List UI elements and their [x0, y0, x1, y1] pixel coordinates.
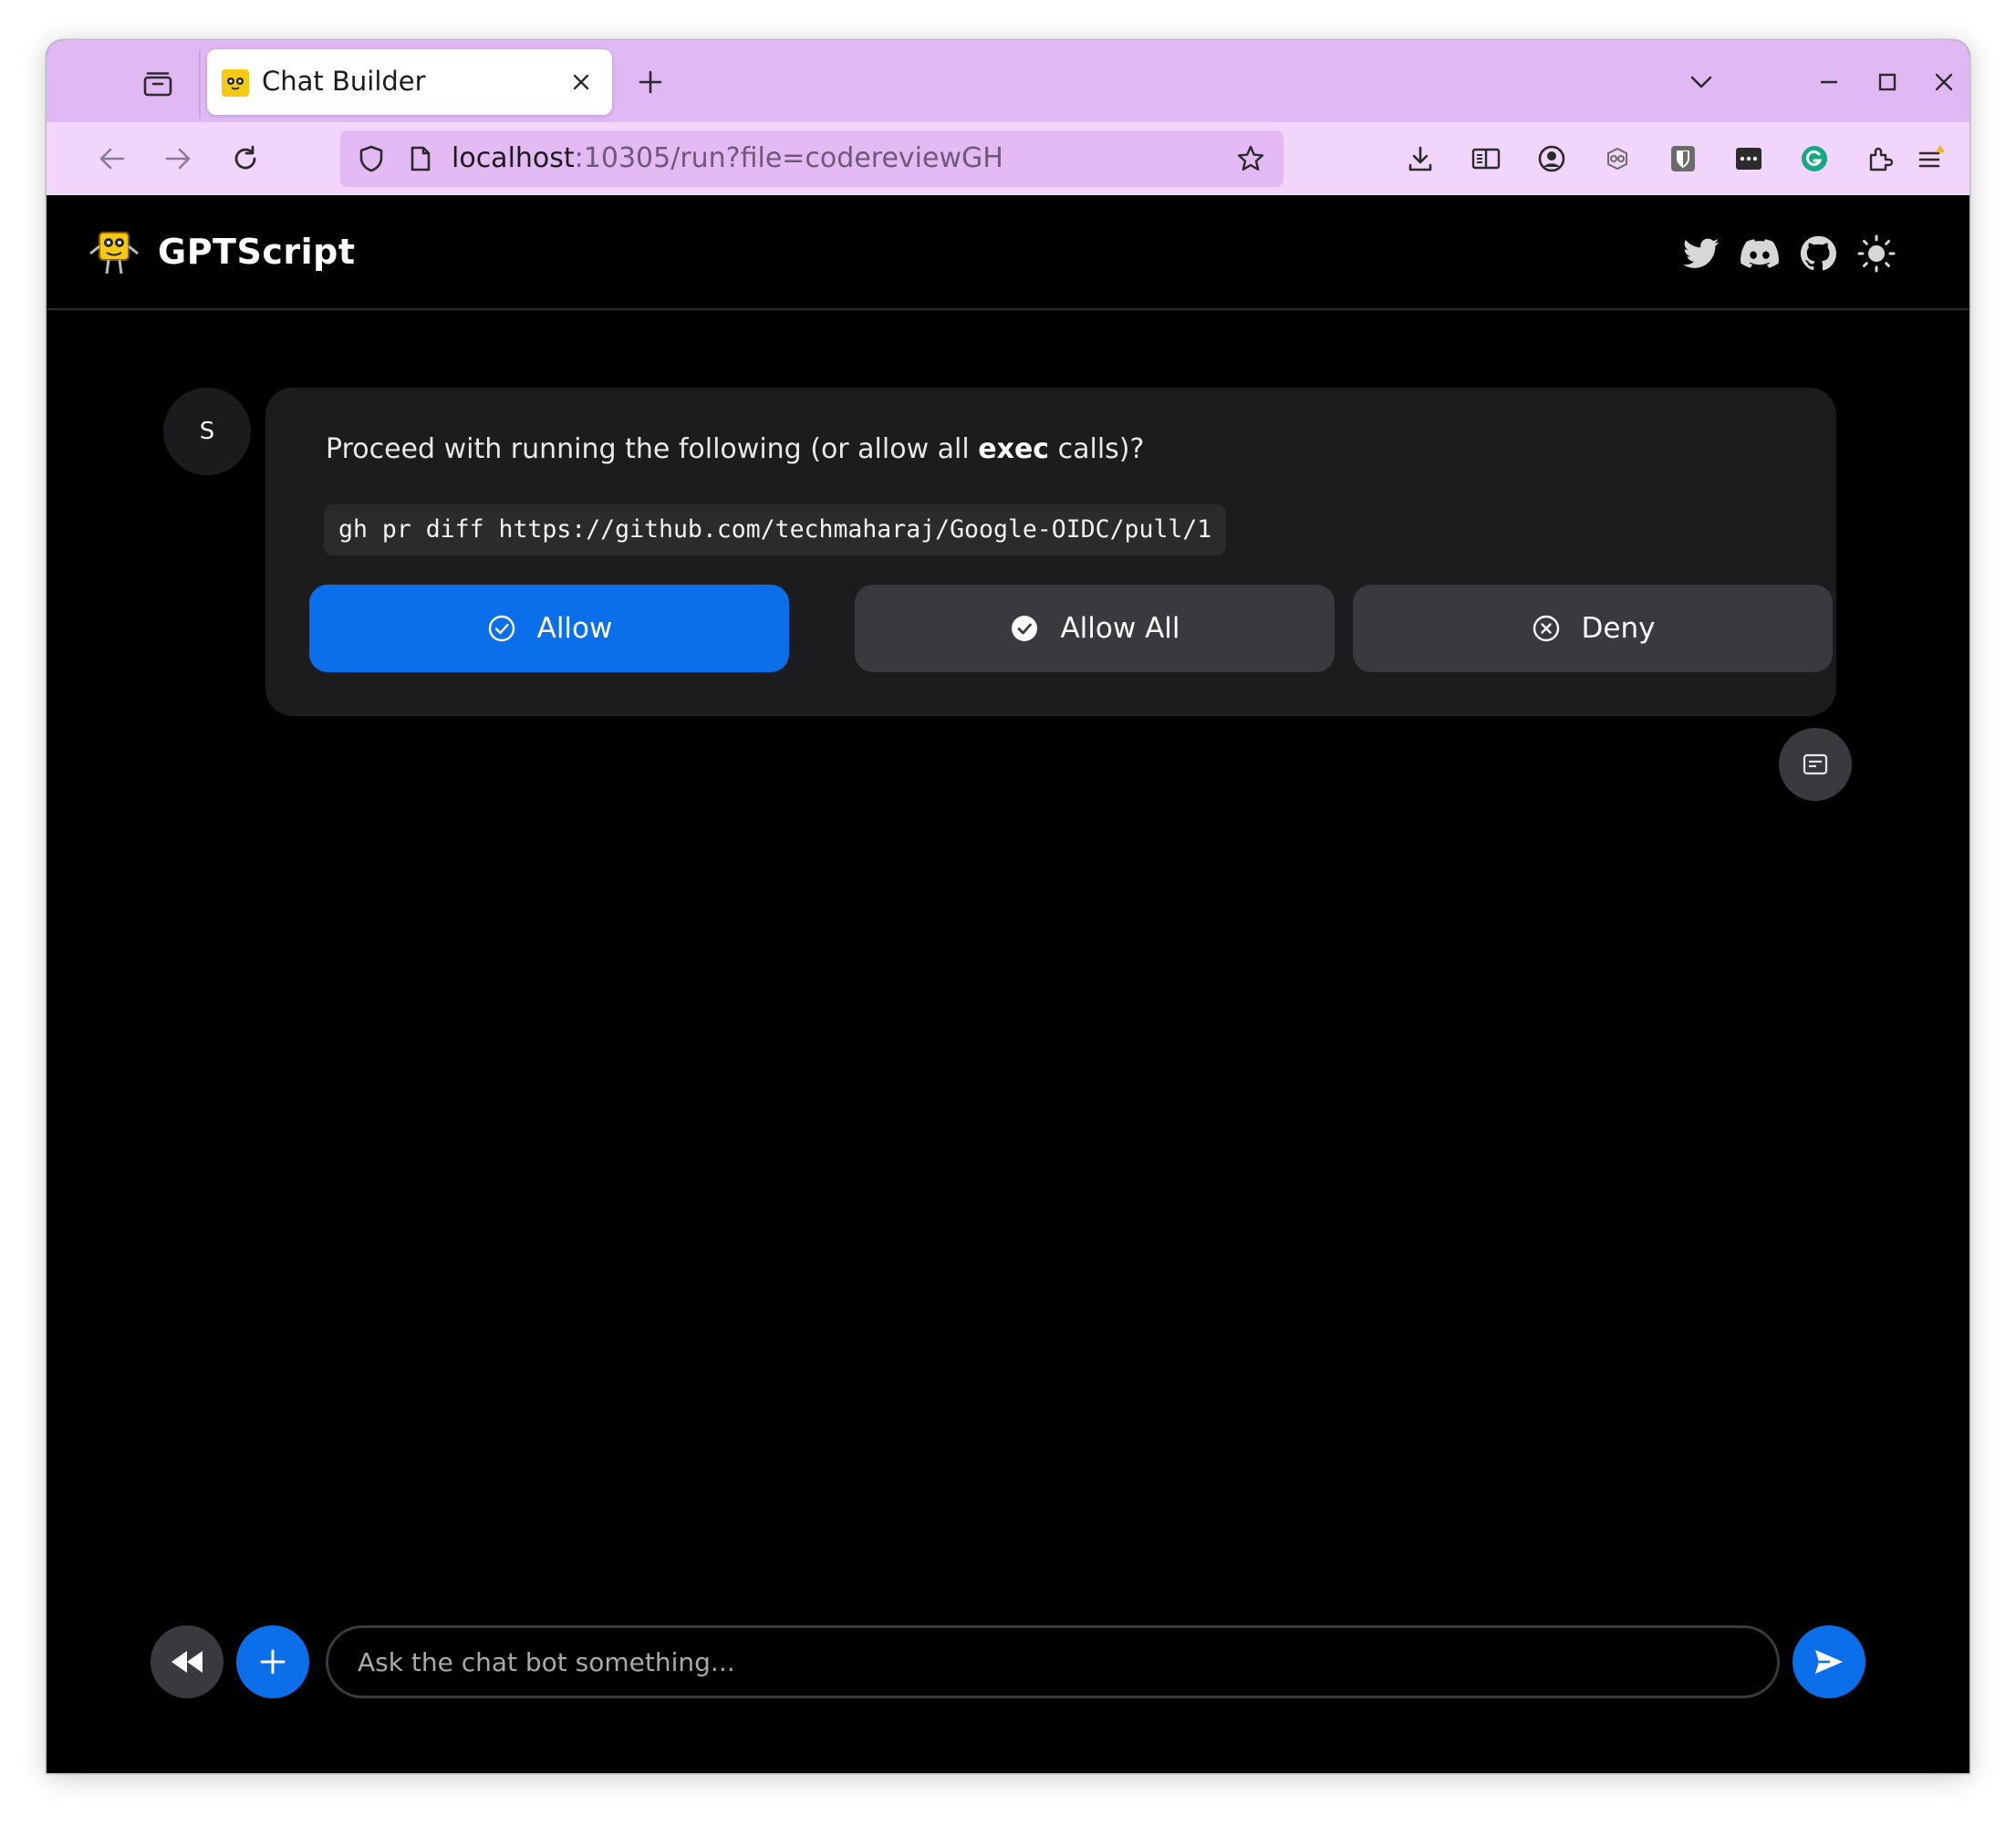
- confirmation-message: Proceed with running the following (or a…: [265, 388, 1836, 716]
- reader-view-icon[interactable]: [1462, 135, 1510, 182]
- github-icon[interactable]: [1796, 232, 1840, 275]
- grammarly-icon[interactable]: [1791, 135, 1838, 182]
- extensions-icon[interactable]: [1856, 135, 1904, 182]
- restart-icon[interactable]: [151, 1625, 223, 1698]
- download-icon[interactable]: [1397, 135, 1444, 182]
- page-info-icon[interactable]: [400, 139, 441, 179]
- bookmark-star-icon[interactable]: [1231, 139, 1271, 179]
- password-icon[interactable]: [1725, 135, 1772, 182]
- tracking-protection-shield-icon[interactable]: [351, 139, 391, 179]
- avatar: S: [163, 388, 251, 475]
- maximize-icon[interactable]: [1865, 60, 1909, 104]
- prompt-text-after: calls)?: [1049, 433, 1145, 465]
- check-circle-filled-icon: [1009, 613, 1040, 644]
- add-icon[interactable]: [236, 1625, 309, 1698]
- close-tab-icon[interactable]: [565, 66, 598, 99]
- chat-input[interactable]: [326, 1625, 1780, 1698]
- tab-strip: Chat Builder: [47, 40, 1969, 122]
- navigation-toolbar: localhost:10305/run?file=codereviewGH: [47, 122, 1969, 195]
- allow-label: Allow: [536, 612, 613, 645]
- discord-icon[interactable]: [1738, 232, 1782, 275]
- deny-label: Deny: [1581, 612, 1656, 645]
- browser-window: Chat Builder localhost:10305/run?file=co…: [47, 40, 1969, 1773]
- prompt-text-before: Proceed with running the following (or a…: [326, 433, 979, 465]
- bitwarden-icon[interactable]: [1659, 135, 1707, 182]
- reload-icon[interactable]: [222, 135, 269, 182]
- extension-icon[interactable]: [1594, 135, 1641, 182]
- message-details-icon[interactable]: [1779, 728, 1852, 801]
- brand-name[interactable]: GPTScript: [158, 232, 356, 272]
- close-window-icon[interactable]: [1922, 60, 1966, 104]
- deny-button[interactable]: Deny: [1353, 585, 1833, 672]
- send-icon[interactable]: [1793, 1625, 1865, 1698]
- command-code: gh pr diff https://github.com/techmahara…: [324, 504, 1227, 555]
- address-bar[interactable]: localhost:10305/run?file=codereviewGH: [340, 130, 1283, 187]
- allow-all-button[interactable]: Allow All: [855, 585, 1335, 672]
- twitter-icon[interactable]: [1679, 232, 1723, 275]
- forward-icon[interactable]: [154, 135, 202, 182]
- tab-chat-builder[interactable]: Chat Builder: [207, 49, 612, 115]
- url-path: :10305/run?file=codereviewGH: [574, 142, 1003, 174]
- allow-button[interactable]: Allow: [309, 585, 789, 672]
- minimize-icon[interactable]: [1807, 60, 1851, 104]
- tab-title: Chat Builder: [262, 66, 426, 97]
- url-text[interactable]: localhost:10305/run?file=codereviewGH: [452, 142, 1003, 175]
- tab-separator: [199, 49, 201, 119]
- app-header: GPTScript: [47, 195, 1969, 310]
- x-circle-icon: [1531, 613, 1562, 644]
- check-circle-icon: [486, 613, 517, 644]
- gptscript-logo-icon: [88, 230, 140, 277]
- gptscript-logo-icon: [222, 69, 249, 97]
- chevron-down-icon[interactable]: [1679, 60, 1723, 104]
- account-icon[interactable]: [1528, 135, 1575, 182]
- prompt-text-bold: exec: [978, 433, 1050, 465]
- tab-overview-icon[interactable]: [136, 62, 180, 106]
- confirmation-prompt: Proceed with running the following (or a…: [326, 433, 1144, 465]
- back-icon[interactable]: [88, 135, 136, 182]
- url-host: localhost: [452, 142, 575, 174]
- theme-toggle-icon[interactable]: [1855, 232, 1898, 275]
- allow-all-label: Allow All: [1060, 612, 1180, 645]
- menu-icon[interactable]: [1907, 135, 1955, 182]
- app-page: GPTScript S Proceed with running the fol…: [47, 195, 1969, 1773]
- new-tab-icon[interactable]: [629, 60, 672, 104]
